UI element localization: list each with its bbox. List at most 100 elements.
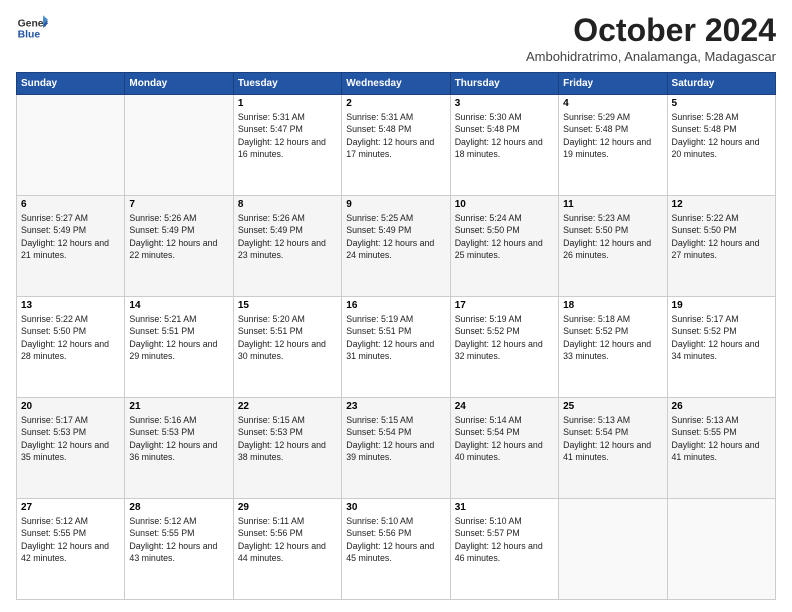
day-number: 24 <box>455 401 554 412</box>
day-number: 6 <box>21 199 120 210</box>
day-cell: 21 Sunrise: 5:16 AMSunset: 5:53 PMDayligh… <box>125 398 233 499</box>
week-row-4: 20Sunrise: 5:17 AMSunset: 5:53 PMDayligh… <box>17 398 776 499</box>
day-number: 29 <box>238 502 337 513</box>
weekday-saturday: Saturday <box>667 73 775 95</box>
weekday-tuesday: Tuesday <box>233 73 341 95</box>
day-cell: 30Sunrise: 5:10 AMSunset: 5:56 PMDayligh… <box>342 499 450 600</box>
day-number: 2 <box>346 98 445 109</box>
weekday-thursday: Thursday <box>450 73 558 95</box>
svg-text:Blue: Blue <box>18 30 41 41</box>
day-cell: 15 Sunrise: 5:20 AMSunset: 5:51 PMDayligh… <box>233 297 341 398</box>
title-block: October 2024 Ambohidratrimo, Analamanga,… <box>526 12 776 64</box>
day-info: Sunrise: 5:31 AMSunset: 5:48 PMDaylight:… <box>346 111 445 160</box>
day-info: Sunrise: 5:17 AMSunset: 5:52 PMDaylight:… <box>672 313 771 362</box>
day-info: Sunrise: 5:30 AMSunset: 5:48 PMDaylight:… <box>455 111 554 160</box>
day-cell: 18Sunrise: 5:18 AMSunset: 5:52 PMDayligh… <box>559 297 667 398</box>
day-cell: 3 Sunrise: 5:30 AMSunset: 5:48 PMDaylight… <box>450 95 558 196</box>
day-cell: 25 Sunrise: 5:13 AMSunset: 5:54 PMDayligh… <box>559 398 667 499</box>
day-cell: 2 Sunrise: 5:31 AMSunset: 5:48 PMDaylight… <box>342 95 450 196</box>
day-cell: 26 Sunrise: 5:13 AMSunset: 5:55 PMDayligh… <box>667 398 775 499</box>
day-cell: 16 Sunrise: 5:19 AMSunset: 5:51 PMDayligh… <box>342 297 450 398</box>
day-cell: 22Sunrise: 5:15 AMSunset: 5:53 PMDayligh… <box>233 398 341 499</box>
day-info: Sunrise: 5:10 AMSunset: 5:57 PMDaylight:… <box>455 515 554 564</box>
day-info: Sunrise: 5:12 AMSunset: 5:55 PMDaylight:… <box>129 515 228 564</box>
day-info: Sunrise: 5:13 AMSunset: 5:55 PMDaylight:… <box>672 414 771 463</box>
day-number: 4 <box>563 98 662 109</box>
day-cell: 5Sunrise: 5:28 AMSunset: 5:48 PMDaylight… <box>667 95 775 196</box>
logo: General Blue <box>16 12 48 44</box>
day-number: 28 <box>129 502 228 513</box>
day-cell: 29 Sunrise: 5:11 AMSunset: 5:56 PMDayligh… <box>233 499 341 600</box>
day-number: 3 <box>455 98 554 109</box>
day-cell: 23 Sunrise: 5:15 AMSunset: 5:54 PMDayligh… <box>342 398 450 499</box>
day-info: Sunrise: 5:19 AMSunset: 5:51 PMDaylight:… <box>346 313 445 362</box>
day-number: 7 <box>129 199 228 210</box>
day-info: Sunrise: 5:23 AMSunset: 5:50 PMDaylight:… <box>563 212 662 261</box>
day-number: 21 <box>129 401 228 412</box>
day-info: Sunrise: 5:13 AMSunset: 5:54 PMDaylight:… <box>563 414 662 463</box>
day-cell <box>17 95 125 196</box>
day-info: Sunrise: 5:22 AMSunset: 5:50 PMDaylight:… <box>21 313 120 362</box>
weekday-monday: Monday <box>125 73 233 95</box>
day-info: Sunrise: 5:26 AMSunset: 5:49 PMDaylight:… <box>238 212 337 261</box>
weekday-sunday: Sunday <box>17 73 125 95</box>
day-info: Sunrise: 5:12 AMSunset: 5:55 PMDaylight:… <box>21 515 120 564</box>
day-cell: 9 Sunrise: 5:25 AMSunset: 5:49 PMDaylight… <box>342 196 450 297</box>
day-cell <box>559 499 667 600</box>
day-info: Sunrise: 5:27 AMSunset: 5:49 PMDaylight:… <box>21 212 120 261</box>
day-cell: 24 Sunrise: 5:14 AMSunset: 5:54 PMDayligh… <box>450 398 558 499</box>
day-info: Sunrise: 5:20 AMSunset: 5:51 PMDaylight:… <box>238 313 337 362</box>
day-cell: 8 Sunrise: 5:26 AMSunset: 5:49 PMDaylight… <box>233 196 341 297</box>
day-number: 16 <box>346 300 445 311</box>
day-info: Sunrise: 5:21 AMSunset: 5:51 PMDaylight:… <box>129 313 228 362</box>
day-cell <box>125 95 233 196</box>
day-info: Sunrise: 5:16 AMSunset: 5:53 PMDaylight:… <box>129 414 228 463</box>
day-info: Sunrise: 5:22 AMSunset: 5:50 PMDaylight:… <box>672 212 771 261</box>
day-info: Sunrise: 5:24 AMSunset: 5:50 PMDaylight:… <box>455 212 554 261</box>
weekday-wednesday: Wednesday <box>342 73 450 95</box>
day-number: 12 <box>672 199 771 210</box>
day-number: 15 <box>238 300 337 311</box>
day-info: Sunrise: 5:15 AMSunset: 5:54 PMDaylight:… <box>346 414 445 463</box>
day-number: 23 <box>346 401 445 412</box>
day-number: 8 <box>238 199 337 210</box>
day-cell: 4 Sunrise: 5:29 AMSunset: 5:48 PMDaylight… <box>559 95 667 196</box>
day-number: 17 <box>455 300 554 311</box>
day-number: 9 <box>346 199 445 210</box>
day-info: Sunrise: 5:19 AMSunset: 5:52 PMDaylight:… <box>455 313 554 362</box>
day-number: 11 <box>563 199 662 210</box>
header: General Blue October 2024 Ambohidratrimo… <box>16 12 776 64</box>
day-info: Sunrise: 5:25 AMSunset: 5:49 PMDaylight:… <box>346 212 445 261</box>
day-info: Sunrise: 5:14 AMSunset: 5:54 PMDaylight:… <box>455 414 554 463</box>
day-number: 31 <box>455 502 554 513</box>
subtitle: Ambohidratrimo, Analamanga, Madagascar <box>526 49 776 64</box>
day-info: Sunrise: 5:26 AMSunset: 5:49 PMDaylight:… <box>129 212 228 261</box>
weekday-header-row: SundayMondayTuesdayWednesdayThursdayFrid… <box>17 73 776 95</box>
day-cell: 14Sunrise: 5:21 AMSunset: 5:51 PMDayligh… <box>125 297 233 398</box>
day-cell: 27 Sunrise: 5:12 AMSunset: 5:55 PMDayligh… <box>17 499 125 600</box>
week-row-5: 27 Sunrise: 5:12 AMSunset: 5:55 PMDayligh… <box>17 499 776 600</box>
day-number: 26 <box>672 401 771 412</box>
day-cell: 20Sunrise: 5:17 AMSunset: 5:53 PMDayligh… <box>17 398 125 499</box>
day-cell: 28 Sunrise: 5:12 AMSunset: 5:55 PMDayligh… <box>125 499 233 600</box>
logo-icon: General Blue <box>16 12 48 44</box>
day-cell: 17 Sunrise: 5:19 AMSunset: 5:52 PMDayligh… <box>450 297 558 398</box>
day-number: 19 <box>672 300 771 311</box>
weekday-friday: Friday <box>559 73 667 95</box>
day-number: 10 <box>455 199 554 210</box>
day-cell: 7 Sunrise: 5:26 AMSunset: 5:49 PMDaylight… <box>125 196 233 297</box>
day-cell: 12 Sunrise: 5:22 AMSunset: 5:50 PMDayligh… <box>667 196 775 297</box>
day-number: 30 <box>346 502 445 513</box>
day-cell: 19 Sunrise: 5:17 AMSunset: 5:52 PMDayligh… <box>667 297 775 398</box>
day-cell: 31 Sunrise: 5:10 AMSunset: 5:57 PMDayligh… <box>450 499 558 600</box>
day-number: 27 <box>21 502 120 513</box>
day-number: 13 <box>21 300 120 311</box>
day-cell: 13 Sunrise: 5:22 AMSunset: 5:50 PMDayligh… <box>17 297 125 398</box>
day-info: Sunrise: 5:31 AMSunset: 5:47 PMDaylight:… <box>238 111 337 160</box>
page: General Blue October 2024 Ambohidratrimo… <box>0 0 792 612</box>
day-info: Sunrise: 5:11 AMSunset: 5:56 PMDaylight:… <box>238 515 337 564</box>
month-title: October 2024 <box>526 12 776 49</box>
day-number: 25 <box>563 401 662 412</box>
day-cell: 6 Sunrise: 5:27 AMSunset: 5:49 PMDaylight… <box>17 196 125 297</box>
day-info: Sunrise: 5:29 AMSunset: 5:48 PMDaylight:… <box>563 111 662 160</box>
